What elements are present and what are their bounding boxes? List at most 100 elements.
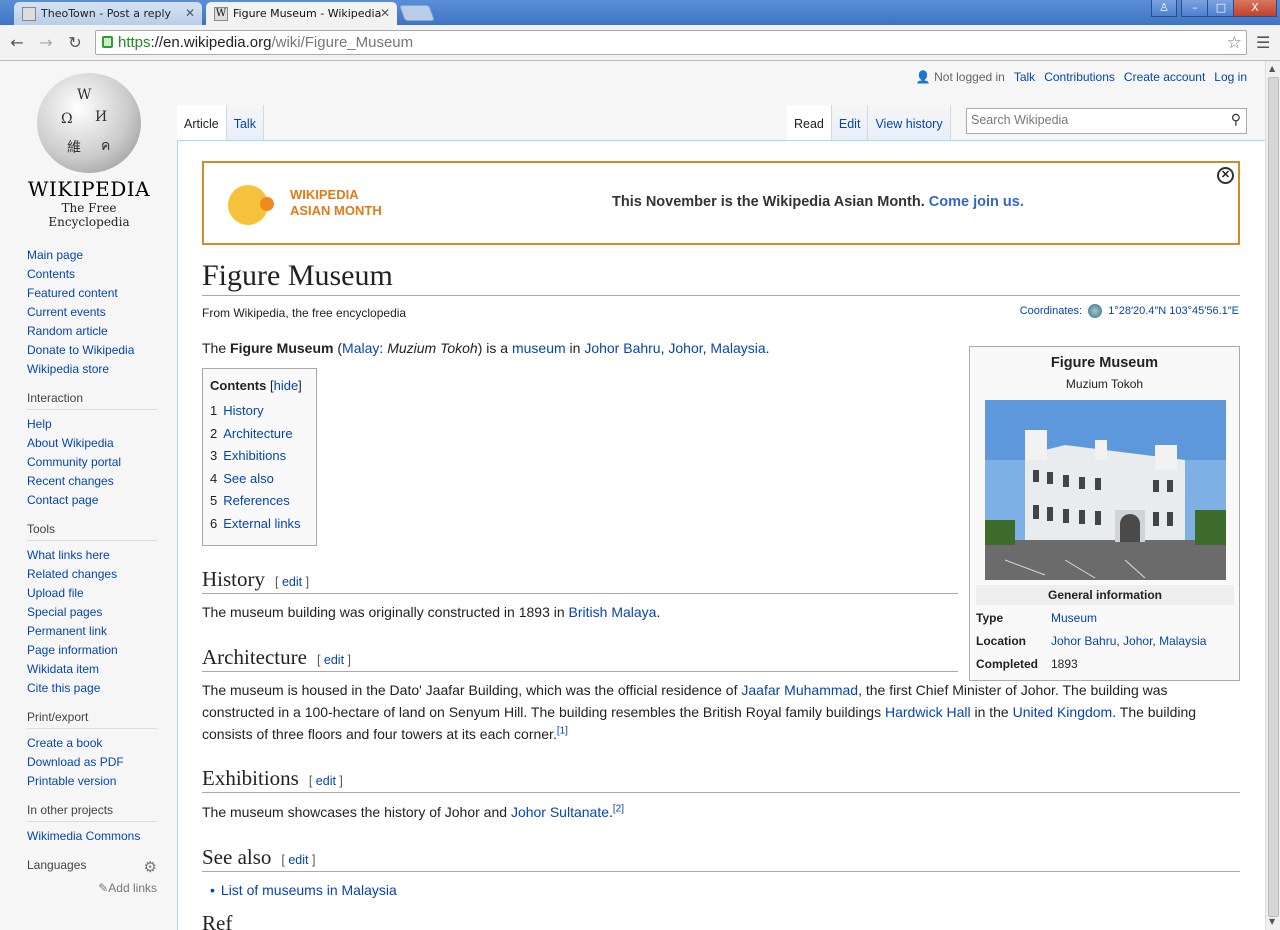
back-arrow-icon[interactable]: ← (7, 33, 27, 53)
sidebar-item-upload-file[interactable]: Upload file (27, 584, 157, 603)
vertical-scrollbar[interactable]: ▲ ▼ (1265, 61, 1280, 930)
toc-link[interactable]: External links (223, 516, 300, 531)
maximize-button[interactable]: □ (1207, 0, 1235, 17)
tab-view-history[interactable]: View history (868, 105, 951, 140)
new-tab-button[interactable] (399, 5, 435, 21)
sidebar-item-donate[interactable]: Donate to Wikipedia (27, 341, 157, 360)
contributions-link[interactable]: Contributions (1044, 70, 1115, 84)
museum-photo[interactable] (985, 400, 1226, 580)
sidebar-item-contents[interactable]: Contents (27, 265, 157, 284)
toc-link[interactable]: Architecture (223, 426, 292, 441)
forward-arrow-icon[interactable]: → (36, 33, 56, 53)
johor-link[interactable]: Johor (668, 340, 702, 356)
sidebar-heading-languages[interactable]: Languages (27, 858, 157, 876)
close-tab-icon[interactable]: ✕ (185, 6, 195, 20)
toc-item[interactable]: 1 History (210, 400, 309, 423)
scroll-up-arrow-icon[interactable]: ▲ (1269, 64, 1275, 73)
tab-talk[interactable]: Talk (226, 105, 264, 140)
tab-article[interactable]: Article (177, 105, 227, 140)
sidebar-item-wikimedia-commons[interactable]: Wikimedia Commons (27, 827, 157, 846)
user-profile-icon[interactable]: ♙ (1151, 0, 1177, 17)
tab-read[interactable]: Read (787, 105, 832, 140)
banner-join-link[interactable]: Come join us. (929, 194, 1024, 210)
sidebar-item-store[interactable]: Wikipedia store (27, 360, 157, 379)
toc-hide-toggle[interactable]: [hide] (270, 378, 302, 393)
british-malaya-link[interactable]: British Malaya (569, 604, 657, 620)
sidebar-item-what-links-here[interactable]: What links here (27, 546, 157, 565)
list-of-museums-link[interactable]: List of museums in Malaysia (221, 882, 397, 898)
reload-icon[interactable]: ↻ (65, 33, 85, 53)
sidebar-heading-print-export[interactable]: Print/export (27, 710, 157, 729)
infobox-museum-link[interactable]: Museum (1051, 611, 1097, 625)
close-tab-icon[interactable]: ✕ (380, 6, 390, 20)
sidebar-item-related-changes[interactable]: Related changes (27, 565, 157, 584)
infobox-johor-link[interactable]: Johor (1123, 634, 1152, 648)
sidebar-item-community-portal[interactable]: Community portal (27, 453, 157, 472)
talk-link[interactable]: Talk (1014, 70, 1035, 84)
sidebar-item-random-article[interactable]: Random article (27, 322, 157, 341)
sidebar-item-recent-changes[interactable]: Recent changes (27, 472, 157, 491)
tab-edit[interactable]: Edit (831, 105, 869, 140)
sidebar-item-help[interactable]: Help (27, 415, 157, 434)
sidebar-heading-interaction[interactable]: Interaction (27, 391, 157, 410)
toc-item[interactable]: 3 Exhibitions (210, 445, 309, 468)
johor-bahru-link[interactable]: Johor Bahru (584, 340, 660, 356)
browser-tab-wikipedia[interactable]: W Figure Museum - Wikipedia ✕ (206, 2, 397, 25)
sidebar-item-about[interactable]: About Wikipedia (27, 434, 157, 453)
gear-icon[interactable]: ⚙ (144, 858, 157, 876)
coordinates-value[interactable]: 1°28′20.4″N 103°45′56.1″E (1108, 305, 1239, 317)
create-account-link[interactable]: Create account (1124, 70, 1205, 84)
search-input[interactable]: Search Wikipedia ⚲ (966, 108, 1247, 134)
search-icon[interactable]: ⚲ (1231, 111, 1241, 128)
johor-sultanate-link[interactable]: Johor Sultanate (511, 804, 609, 820)
address-bar[interactable]: https://en.wikipedia.org/wiki/Figure_Mus… (95, 30, 1247, 55)
museum-link[interactable]: museum (512, 340, 566, 356)
edit-section-link[interactable]: edit (324, 653, 344, 667)
coordinates-label[interactable]: Coordinates: (1020, 305, 1082, 317)
sidebar-item-special-pages[interactable]: Special pages (27, 603, 157, 622)
malaysia-link[interactable]: Malaysia (710, 340, 765, 356)
sidebar-item-wikidata-item[interactable]: Wikidata item (27, 660, 157, 679)
browser-tab-theotown[interactable]: TheoTown - Post a reply ✕ (14, 2, 202, 25)
toc-link[interactable]: Exhibitions (223, 448, 286, 463)
sidebar-item-featured-content[interactable]: Featured content (27, 284, 157, 303)
scrollbar-thumb[interactable] (1268, 77, 1279, 917)
hardwick-hall-link[interactable]: Hardwick Hall (885, 704, 971, 720)
toc-link[interactable]: References (223, 493, 289, 508)
toc-item[interactable]: 2 Architecture (210, 423, 309, 446)
reference-link[interactable]: [2] (613, 803, 624, 814)
edit-section-link[interactable]: edit (282, 575, 302, 589)
toc-item[interactable]: 4 See also (210, 468, 309, 491)
sidebar-item-permanent-link[interactable]: Permanent link (27, 622, 157, 641)
globe-icon[interactable] (1088, 304, 1103, 318)
banner-close-icon[interactable]: ✕ (1217, 167, 1234, 184)
scroll-down-arrow-icon[interactable]: ▼ (1269, 917, 1275, 926)
sidebar-heading-other-projects[interactable]: In other projects (27, 803, 157, 822)
infobox-malaysia-link[interactable]: Malaysia (1159, 634, 1206, 648)
browser-menu-icon[interactable]: ☰ (1256, 33, 1270, 52)
sidebar-item-download-pdf[interactable]: Download as PDF (27, 753, 157, 772)
toc-hide-link[interactable]: hide (274, 378, 299, 393)
toc-item[interactable]: 6 External links (210, 513, 309, 536)
minimize-button[interactable]: – (1181, 0, 1209, 17)
sidebar-item-cite-this-page[interactable]: Cite this page (27, 679, 157, 698)
toc-link[interactable]: See also (223, 471, 274, 486)
sidebar-item-printable-version[interactable]: Printable version (27, 772, 157, 791)
add-links-link[interactable]: ✎Add links (27, 881, 157, 895)
infobox-johor-bahru-link[interactable]: Johor Bahru (1051, 634, 1116, 648)
united-kingdom-link[interactable]: United Kingdom (1013, 704, 1113, 720)
toc-item[interactable]: 5 References (210, 490, 309, 513)
wikipedia-logo[interactable]: WΩИ維ค WIKIPEDIA The Free Encyclopedia (20, 73, 158, 229)
sidebar-item-create-book[interactable]: Create a book (27, 734, 157, 753)
edit-section-link[interactable]: edit (316, 774, 336, 788)
edit-section-link[interactable]: edit (288, 853, 308, 867)
malay-link[interactable]: Malay (342, 340, 379, 356)
log-in-link[interactable]: Log in (1214, 70, 1247, 84)
toc-link[interactable]: History (223, 403, 263, 418)
sidebar-item-page-information[interactable]: Page information (27, 641, 157, 660)
reference-link[interactable]: [1] (557, 725, 568, 736)
sidebar-item-current-events[interactable]: Current events (27, 303, 157, 322)
close-window-button[interactable]: X (1233, 0, 1277, 17)
sidebar-heading-tools[interactable]: Tools (27, 522, 157, 541)
sidebar-item-contact[interactable]: Contact page (27, 491, 157, 510)
